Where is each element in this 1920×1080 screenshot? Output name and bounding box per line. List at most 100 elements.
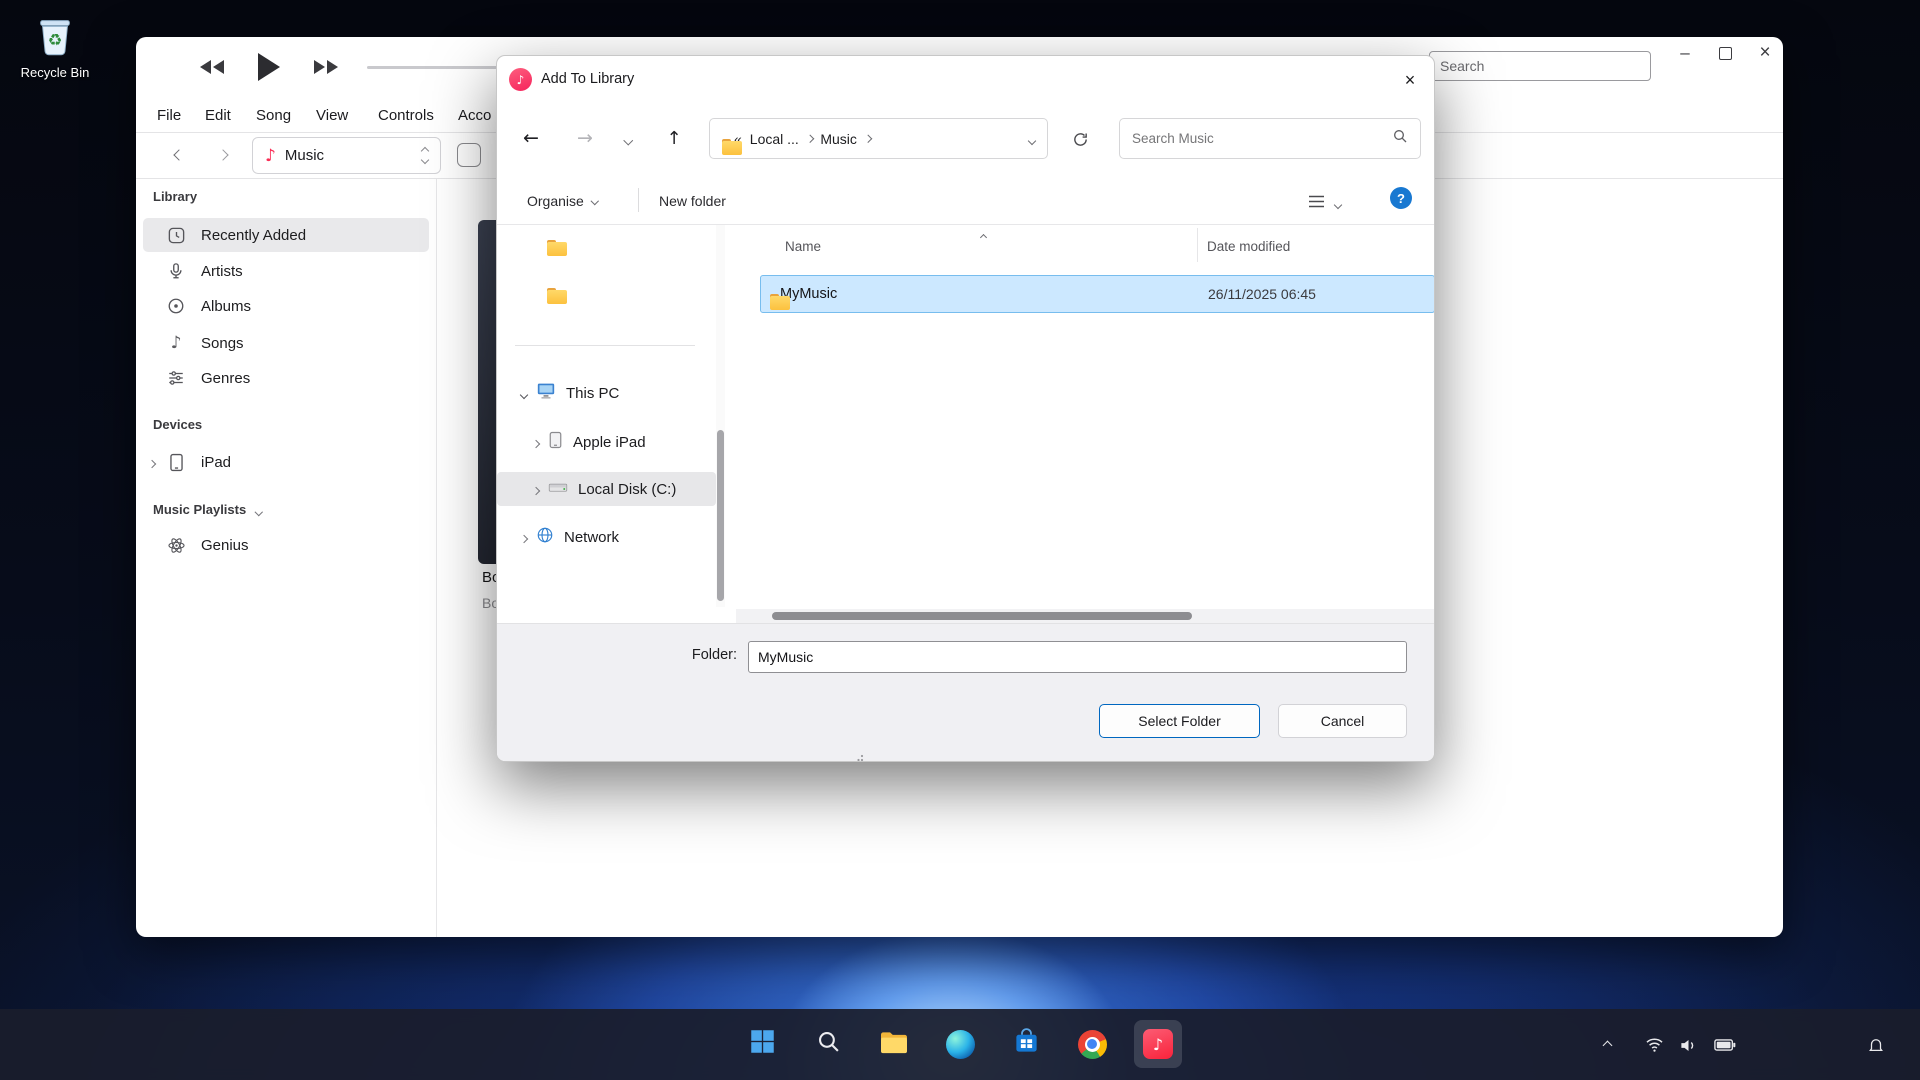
- tree-item-this-pc[interactable]: This PC: [497, 376, 716, 410]
- menu-song[interactable]: Song: [251, 103, 296, 129]
- sidebar-item-label: Genres: [201, 370, 250, 387]
- chevron-down-icon: [591, 197, 599, 205]
- tree-scrollbar-track[interactable]: [716, 225, 725, 607]
- help-button[interactable]: ?: [1390, 187, 1412, 209]
- battery-icon[interactable]: [1712, 1034, 1738, 1056]
- cancel-button[interactable]: Cancel: [1278, 704, 1407, 738]
- sidebar-item-genius[interactable]: Genius: [143, 528, 429, 562]
- folder-icon: [547, 288, 567, 304]
- chevron-right-icon: [864, 135, 872, 143]
- toolbar-divider: [638, 188, 639, 212]
- disk-drive-icon: [548, 480, 568, 499]
- volume-icon[interactable]: [1676, 1034, 1700, 1056]
- tree-item-network[interactable]: Network: [497, 520, 716, 554]
- play-button[interactable]: [249, 46, 289, 88]
- dialog-title: Add To Library: [541, 71, 634, 87]
- new-folder-button[interactable]: New folder: [659, 187, 726, 215]
- app-search-input[interactable]: [1429, 51, 1651, 81]
- nav-up-button[interactable]: ↑: [658, 122, 690, 154]
- taskbar-chrome-button[interactable]: [1068, 1020, 1116, 1068]
- chevron-right-icon[interactable]: [521, 529, 527, 546]
- chevron-right-icon[interactable]: [533, 434, 539, 451]
- column-header-date-modified[interactable]: Date modified: [1207, 239, 1290, 254]
- window-minimize-button[interactable]: –: [1669, 40, 1701, 66]
- chevron-down-icon[interactable]: [521, 385, 527, 402]
- dropdown-updown-icon: [422, 148, 428, 163]
- organise-menu-button[interactable]: Organise: [527, 187, 597, 215]
- tree-item-folder[interactable]: [547, 231, 567, 265]
- library-section-dropdown[interactable]: ♪ Music: [252, 137, 441, 174]
- nav-forward-button[interactable]: [210, 142, 236, 168]
- wifi-icon[interactable]: [1642, 1034, 1666, 1056]
- list-scrollbar-thumb[interactable]: [772, 612, 1192, 620]
- rewind-button[interactable]: [194, 53, 230, 81]
- list-scrollbar-track[interactable]: [736, 609, 1435, 623]
- folder-icon: [547, 240, 567, 256]
- tree-item-apple-ipad[interactable]: Apple iPad: [497, 425, 716, 459]
- taskbar-file-explorer-button[interactable]: [870, 1020, 918, 1068]
- select-folder-button[interactable]: Select Folder: [1099, 704, 1260, 738]
- sidebar-item-albums[interactable]: Albums: [143, 289, 429, 323]
- dialog-search-box[interactable]: [1119, 118, 1421, 159]
- this-pc-icon: [536, 382, 556, 404]
- menu-account[interactable]: Acco: [453, 103, 496, 129]
- disclosure-right-icon[interactable]: [149, 454, 155, 471]
- search-icon: [816, 1029, 841, 1059]
- breadcrumb-item-music[interactable]: Music: [816, 125, 861, 153]
- refresh-icon[interactable]: [1065, 124, 1095, 154]
- menu-file[interactable]: File: [152, 103, 186, 129]
- column-header-name[interactable]: Name: [785, 239, 821, 254]
- menu-controls[interactable]: Controls: [373, 103, 439, 129]
- chevron-down-icon[interactable]: [255, 507, 263, 515]
- nav-forward-button[interactable]: →: [569, 122, 601, 154]
- sidebar-item-label: Artists: [201, 263, 243, 280]
- menu-edit[interactable]: Edit: [200, 103, 236, 129]
- dialog-search-input[interactable]: [1120, 131, 1392, 146]
- dialog-close-button[interactable]: ×: [1391, 64, 1429, 96]
- sidebar-item-recently-added[interactable]: Recently Added: [143, 218, 429, 252]
- tree-item-local-disk[interactable]: Local Disk (C:): [497, 472, 716, 506]
- music-note-icon: ♪: [165, 333, 187, 353]
- file-explorer-icon: [879, 1029, 909, 1060]
- sidebar-library-header: Library: [153, 189, 197, 204]
- tray-overflow-chevron-icon[interactable]: [1594, 1034, 1620, 1056]
- notifications-bell-icon[interactable]: [1862, 1034, 1890, 1056]
- sidebar-item-artists[interactable]: Artists: [143, 254, 429, 288]
- address-bar[interactable]: « Local ... Music: [709, 118, 1048, 159]
- file-row-mymusic[interactable]: MyMusic 26/11/2025 06:45: [760, 275, 1435, 313]
- tree-scrollbar-thumb[interactable]: [717, 430, 724, 601]
- recycle-bin[interactable]: ♻ Recycle Bin: [18, 12, 92, 80]
- column-divider[interactable]: [1197, 228, 1198, 262]
- tree-item-label: This PC: [566, 385, 619, 402]
- view-options-dropdown-icon[interactable]: [1335, 195, 1341, 213]
- chevron-right-icon[interactable]: [533, 481, 539, 498]
- window-maximize-button[interactable]: [1709, 40, 1741, 66]
- taskbar-search-button[interactable]: [804, 1020, 852, 1068]
- view-toggle-icon[interactable]: [457, 143, 481, 167]
- taskbar-start-button[interactable]: [738, 1020, 786, 1068]
- nav-recent-dropdown[interactable]: [616, 128, 640, 152]
- nav-back-button[interactable]: ←: [515, 122, 547, 154]
- taskbar-store-button[interactable]: [1002, 1020, 1050, 1068]
- folder-name-input[interactable]: [748, 641, 1407, 673]
- taskbar-edge-button[interactable]: [936, 1020, 984, 1068]
- playback-progress-slider[interactable]: [367, 66, 499, 69]
- menu-view[interactable]: View: [311, 103, 353, 129]
- sliders-icon: [165, 369, 187, 387]
- maximize-icon: [1719, 47, 1732, 60]
- view-options-icon[interactable]: [1303, 189, 1329, 213]
- resize-grip-icon[interactable]: [853, 752, 864, 762]
- select-folder-label: Select Folder: [1138, 713, 1220, 729]
- sidebar-item-songs[interactable]: ♪ Songs: [143, 326, 429, 360]
- address-dropdown-icon[interactable]: [1029, 131, 1035, 147]
- tree-item-folder[interactable]: [547, 279, 567, 313]
- window-close-button[interactable]: ×: [1749, 40, 1781, 66]
- search-icon[interactable]: [1392, 128, 1408, 149]
- taskbar: ♪: [0, 1009, 1920, 1080]
- sidebar-item-genres[interactable]: Genres: [143, 361, 429, 395]
- breadcrumb-item-local-disk[interactable]: Local ...: [746, 125, 803, 153]
- fast-forward-button[interactable]: [308, 53, 344, 81]
- taskbar-music-app-button[interactable]: ♪: [1134, 1020, 1182, 1068]
- nav-back-button[interactable]: [166, 142, 192, 168]
- sidebar-item-ipad[interactable]: iPad: [143, 445, 429, 479]
